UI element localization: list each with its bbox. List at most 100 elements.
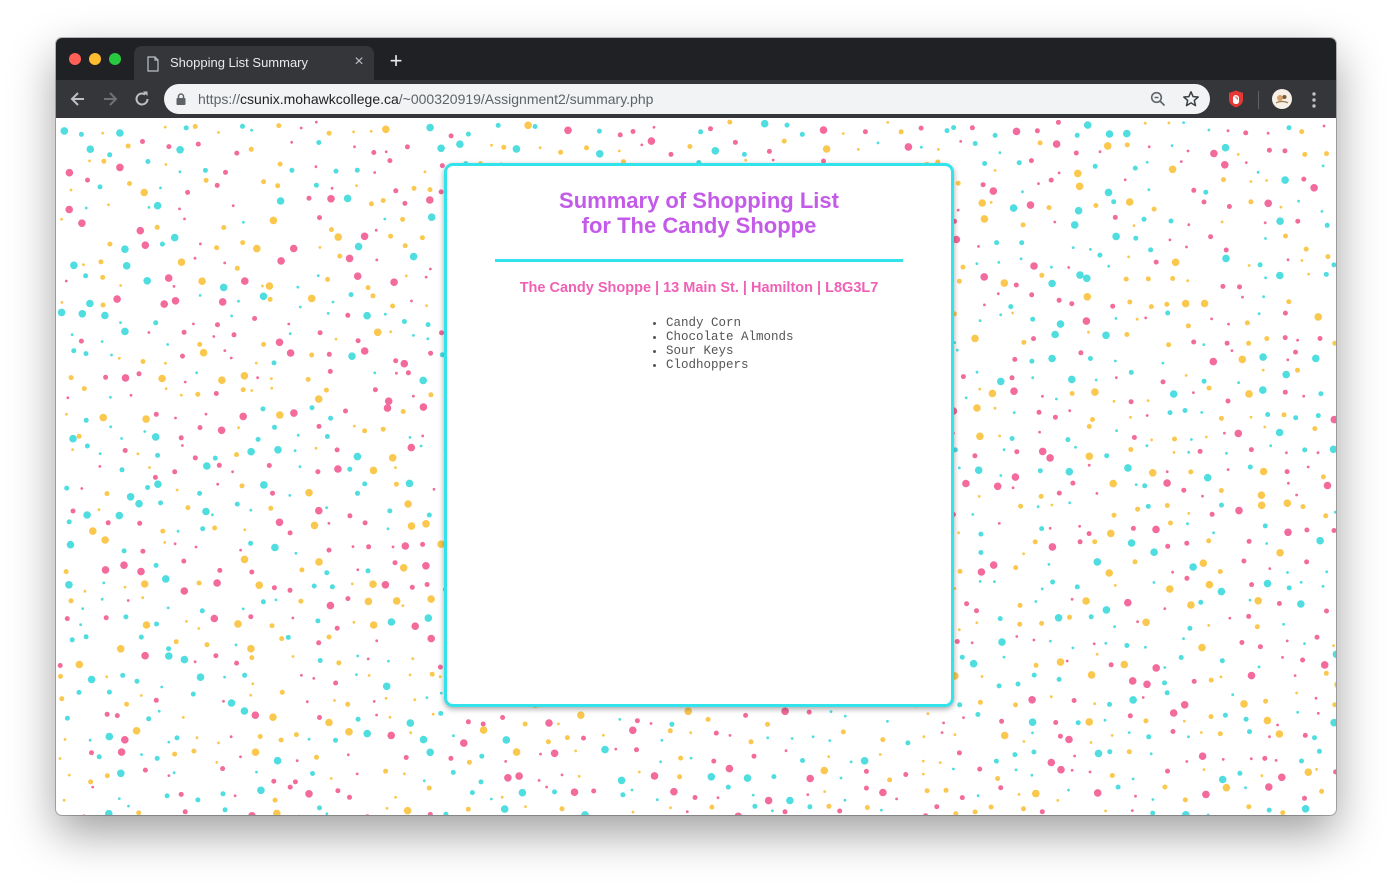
confetti-dot (1198, 643, 1206, 652)
confetti-dot (333, 699, 336, 702)
confetti-dot (1009, 375, 1015, 381)
confetti-dot (725, 784, 731, 790)
confetti-dot (69, 188, 73, 192)
confetti-dot (1334, 681, 1336, 688)
close-tab-icon[interactable]: × (351, 54, 367, 70)
reload-icon[interactable] (132, 89, 152, 109)
confetti-dot (1324, 151, 1329, 157)
url-text[interactable]: https://csunix.mohawkcollege.ca/~0003209… (198, 91, 653, 107)
confetti-dot (1020, 222, 1026, 228)
confetti-dot (1208, 714, 1214, 720)
confetti-dot (171, 297, 180, 305)
confetti-dot (1246, 340, 1252, 346)
confetti-dot (819, 126, 828, 134)
confetti-dot (1124, 464, 1132, 472)
confetti-dot (552, 789, 557, 795)
confetti-dot (1172, 436, 1177, 442)
profile-icon[interactable] (1272, 89, 1292, 109)
confetti-dot (290, 409, 298, 417)
confetti-dot (687, 144, 693, 149)
close-window-button[interactable] (69, 53, 81, 65)
confetti-dot (370, 293, 376, 299)
confetti-dot (174, 735, 180, 741)
extension-icon[interactable] (1226, 89, 1246, 109)
confetti-dot (1146, 734, 1152, 740)
confetti-dot (1053, 720, 1059, 725)
confetti-dot (345, 728, 353, 736)
confetti-dot (231, 470, 235, 474)
back-icon[interactable] (68, 89, 88, 109)
confetti-dot (1257, 491, 1266, 500)
confetti-dot (1050, 503, 1054, 507)
zoom-icon[interactable] (1150, 91, 1166, 107)
confetti-dot (1078, 350, 1084, 356)
confetti-dot (993, 406, 997, 410)
confetti-dot (105, 675, 109, 679)
confetti-dot (115, 511, 124, 520)
confetti-dot (240, 387, 246, 393)
confetti-dot (460, 739, 468, 747)
address-bar[interactable]: https://csunix.mohawkcollege.ca/~0003209… (164, 84, 1210, 114)
confetti-dot (212, 455, 218, 461)
new-tab-button[interactable]: + (386, 50, 406, 72)
confetti-dot (962, 479, 970, 488)
confetti-dot (1056, 320, 1065, 328)
confetti-dot (250, 389, 254, 392)
confetti-dot (424, 582, 430, 587)
browser-window: Shopping List Summary × + https://csunix… (56, 38, 1336, 815)
confetti-dot (124, 701, 130, 707)
bookmark-star-icon[interactable] (1182, 90, 1200, 108)
confetti-dot (240, 240, 246, 246)
confetti-dot (438, 675, 442, 679)
confetti-dot (431, 712, 435, 716)
confetti-dot (385, 806, 389, 810)
confetti-dot (1249, 415, 1253, 419)
minimize-window-button[interactable] (89, 53, 101, 65)
url-scheme: https:// (198, 91, 241, 107)
confetti-dot (71, 448, 74, 451)
confetti-dot (383, 404, 392, 412)
confetti-dot (1243, 130, 1249, 136)
forward-icon[interactable] (100, 89, 120, 109)
confetti-dot (1103, 718, 1107, 722)
confetti-dot (404, 500, 412, 508)
confetti-dot (1130, 525, 1136, 531)
confetti-dot (234, 452, 239, 458)
confetti-dot (977, 245, 980, 248)
confetti-dot (960, 264, 966, 270)
confetti-dot (1295, 367, 1300, 373)
confetti-dot (326, 351, 332, 357)
confetti-dot (1095, 652, 1099, 656)
confetti-dot (1094, 378, 1098, 382)
confetti-dot (185, 505, 191, 511)
kebab-menu-icon[interactable] (1306, 90, 1322, 110)
confetti-dot (1014, 449, 1020, 455)
confetti-dot (1187, 450, 1191, 454)
confetti-dot (260, 599, 266, 605)
confetti-dot (1141, 696, 1145, 699)
confetti-dot (215, 322, 220, 328)
lock-icon[interactable] (176, 93, 186, 105)
confetti-dot (1143, 680, 1151, 689)
confetti-dot (1075, 720, 1081, 726)
tab-shopping-list-summary[interactable]: Shopping List Summary × (134, 46, 374, 80)
confetti-dot (1089, 741, 1093, 744)
confetti-dot (1169, 709, 1178, 717)
confetti-dot (364, 597, 373, 606)
confetti-dot (106, 689, 112, 695)
confetti-dot (957, 628, 961, 632)
confetti-dot (316, 274, 320, 278)
confetti-dot (326, 130, 332, 136)
confetti-dot (982, 161, 988, 166)
confetti-dot (1187, 512, 1191, 515)
confetti-dot (1218, 488, 1224, 493)
confetti-dot (1240, 700, 1248, 708)
confetti-dot (887, 777, 893, 783)
confetti-dot (1016, 160, 1022, 166)
confetti-dot (1246, 613, 1252, 619)
confetti-dot (843, 714, 847, 718)
confetti-dot (743, 712, 749, 718)
maximize-window-button[interactable] (109, 53, 121, 65)
confetti-dot (210, 614, 219, 623)
confetti-dot (164, 793, 170, 799)
